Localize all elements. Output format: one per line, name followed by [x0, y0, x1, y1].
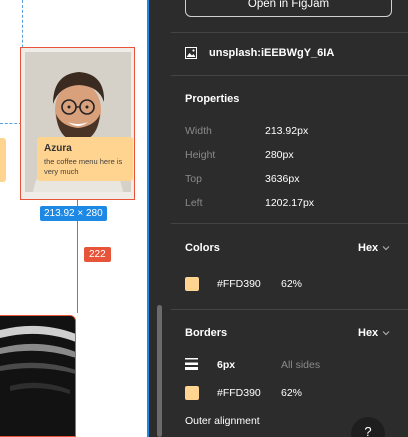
colors-title: Colors: [185, 242, 220, 254]
design-canvas[interactable]: Azura the coffee menu here is very much …: [0, 0, 147, 437]
divider: [171, 32, 408, 33]
top-label: Top: [185, 173, 202, 185]
menu-text-overlay: Azura the coffee menu here is very much: [37, 137, 133, 181]
divider: [171, 75, 408, 76]
colors-format-select[interactable]: Hex: [358, 242, 390, 254]
selected-image-frame[interactable]: Azura the coffee menu here is very much: [20, 47, 135, 200]
color-hex-value[interactable]: #FFD390: [217, 278, 261, 290]
adjacent-card-edge[interactable]: [0, 138, 6, 182]
border-color-swatch[interactable]: [185, 386, 199, 400]
borders-title: Borders: [185, 327, 228, 339]
width-label: Width: [185, 125, 212, 137]
properties-panel: Open in FigJam unsplash:iEEBWgY_6IA Prop…: [171, 0, 408, 437]
open-in-figjam-button[interactable]: Open in FigJam: [185, 0, 392, 17]
scrollbar-thumb[interactable]: [157, 305, 162, 437]
image-icon: [185, 47, 197, 59]
borders-format-label: Hex: [358, 327, 379, 339]
help-button[interactable]: ?: [351, 417, 385, 437]
height-value[interactable]: 280px: [265, 149, 294, 161]
layer-row[interactable]: unsplash:iEEBWgY_6IA: [185, 47, 334, 59]
horizontal-guide: [0, 123, 22, 124]
dark-image-content: [0, 316, 75, 436]
color-opacity-value[interactable]: 62%: [281, 278, 302, 290]
top-value[interactable]: 3636px: [265, 173, 299, 185]
chevron-down-icon: [382, 331, 390, 336]
dark-image-frame[interactable]: [0, 315, 76, 437]
overlay-title: Azura: [44, 143, 72, 154]
height-label: Height: [185, 149, 216, 161]
distance-badge: 222: [84, 247, 111, 262]
border-sides-value[interactable]: All sides: [281, 359, 320, 371]
border-opacity-value[interactable]: 62%: [281, 387, 302, 399]
borders-format-select[interactable]: Hex: [358, 327, 390, 339]
colors-format-label: Hex: [358, 242, 379, 254]
layer-name: unsplash:iEEBWgY_6IA: [209, 47, 335, 59]
width-value[interactable]: 213.92px: [265, 125, 308, 137]
color-swatch[interactable]: [185, 277, 199, 291]
divider: [171, 309, 408, 310]
border-hex-value[interactable]: #FFD390: [217, 387, 261, 399]
border-weight-value[interactable]: 6px: [217, 359, 235, 371]
properties-title: Properties: [185, 93, 240, 105]
overlay-text: the coffee menu here is very much: [44, 157, 123, 176]
left-label: Left: [185, 197, 203, 209]
border-alignment-label: Outer alignment: [185, 415, 260, 427]
border-weight-icon: [185, 358, 198, 370]
dimension-badge: 213.92 × 280: [40, 206, 107, 221]
left-value[interactable]: 1202.17px: [265, 197, 314, 209]
chevron-down-icon: [382, 246, 390, 251]
divider: [171, 223, 408, 224]
